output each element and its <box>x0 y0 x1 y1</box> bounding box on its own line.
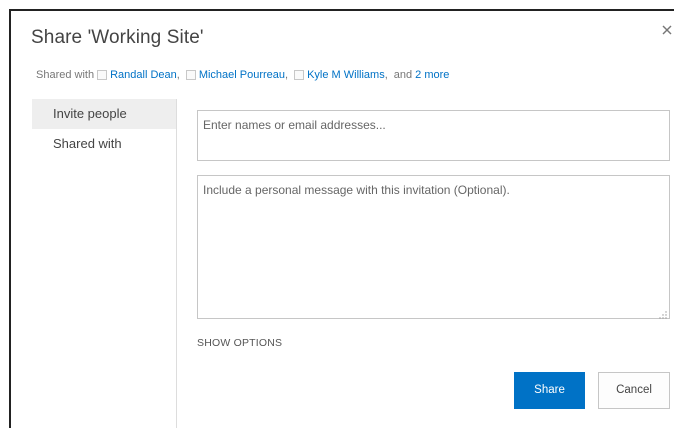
show-options-link[interactable]: SHOW OPTIONS <box>197 337 282 349</box>
person-separator: , <box>384 69 388 81</box>
person-separator: , <box>176 69 180 81</box>
and-text: and <box>393 69 413 81</box>
cancel-button[interactable]: Cancel <box>598 372 670 409</box>
dialog-title: Share 'Working Site' <box>31 27 204 48</box>
shared-with-row: Shared with Randall Dean, Michael Pourre… <box>36 69 449 81</box>
person-name-link[interactable]: Michael Pourreau <box>199 69 285 81</box>
shared-person-michael-pourreau[interactable]: Michael Pourreau, <box>185 69 290 81</box>
person-picture-icon <box>294 70 305 80</box>
share-button[interactable]: Share <box>514 372 585 409</box>
person-name-link[interactable]: Randall Dean <box>110 69 177 81</box>
more-people-link[interactable]: 2 more <box>415 69 449 81</box>
shared-person-randall-dean[interactable]: Randall Dean, <box>97 69 182 81</box>
message-placeholder: Include a personal message with this inv… <box>203 183 510 197</box>
resize-handle-icon[interactable] <box>659 308 667 319</box>
nav-item-invite-people[interactable]: Invite people <box>32 99 176 129</box>
shared-with-label: Shared with <box>36 69 95 81</box>
shared-person-kyle-m-williams[interactable]: Kyle M Williams, <box>294 69 390 81</box>
nav-item-shared-with[interactable]: Shared with <box>32 129 176 159</box>
share-nav: Invite people Shared with <box>32 99 177 428</box>
personal-message-field[interactable]: Include a personal message with this inv… <box>197 175 670 319</box>
share-dialog: Share 'Working Site' Shared with Randall… <box>9 9 674 428</box>
person-picture-icon <box>185 70 196 80</box>
person-name-link[interactable]: Kyle M Williams <box>307 69 385 81</box>
person-separator: , <box>285 69 289 81</box>
close-icon[interactable] <box>660 23 674 37</box>
person-picture-icon <box>97 70 108 80</box>
invite-people-input[interactable]: Enter names or email addresses... <box>197 110 670 161</box>
